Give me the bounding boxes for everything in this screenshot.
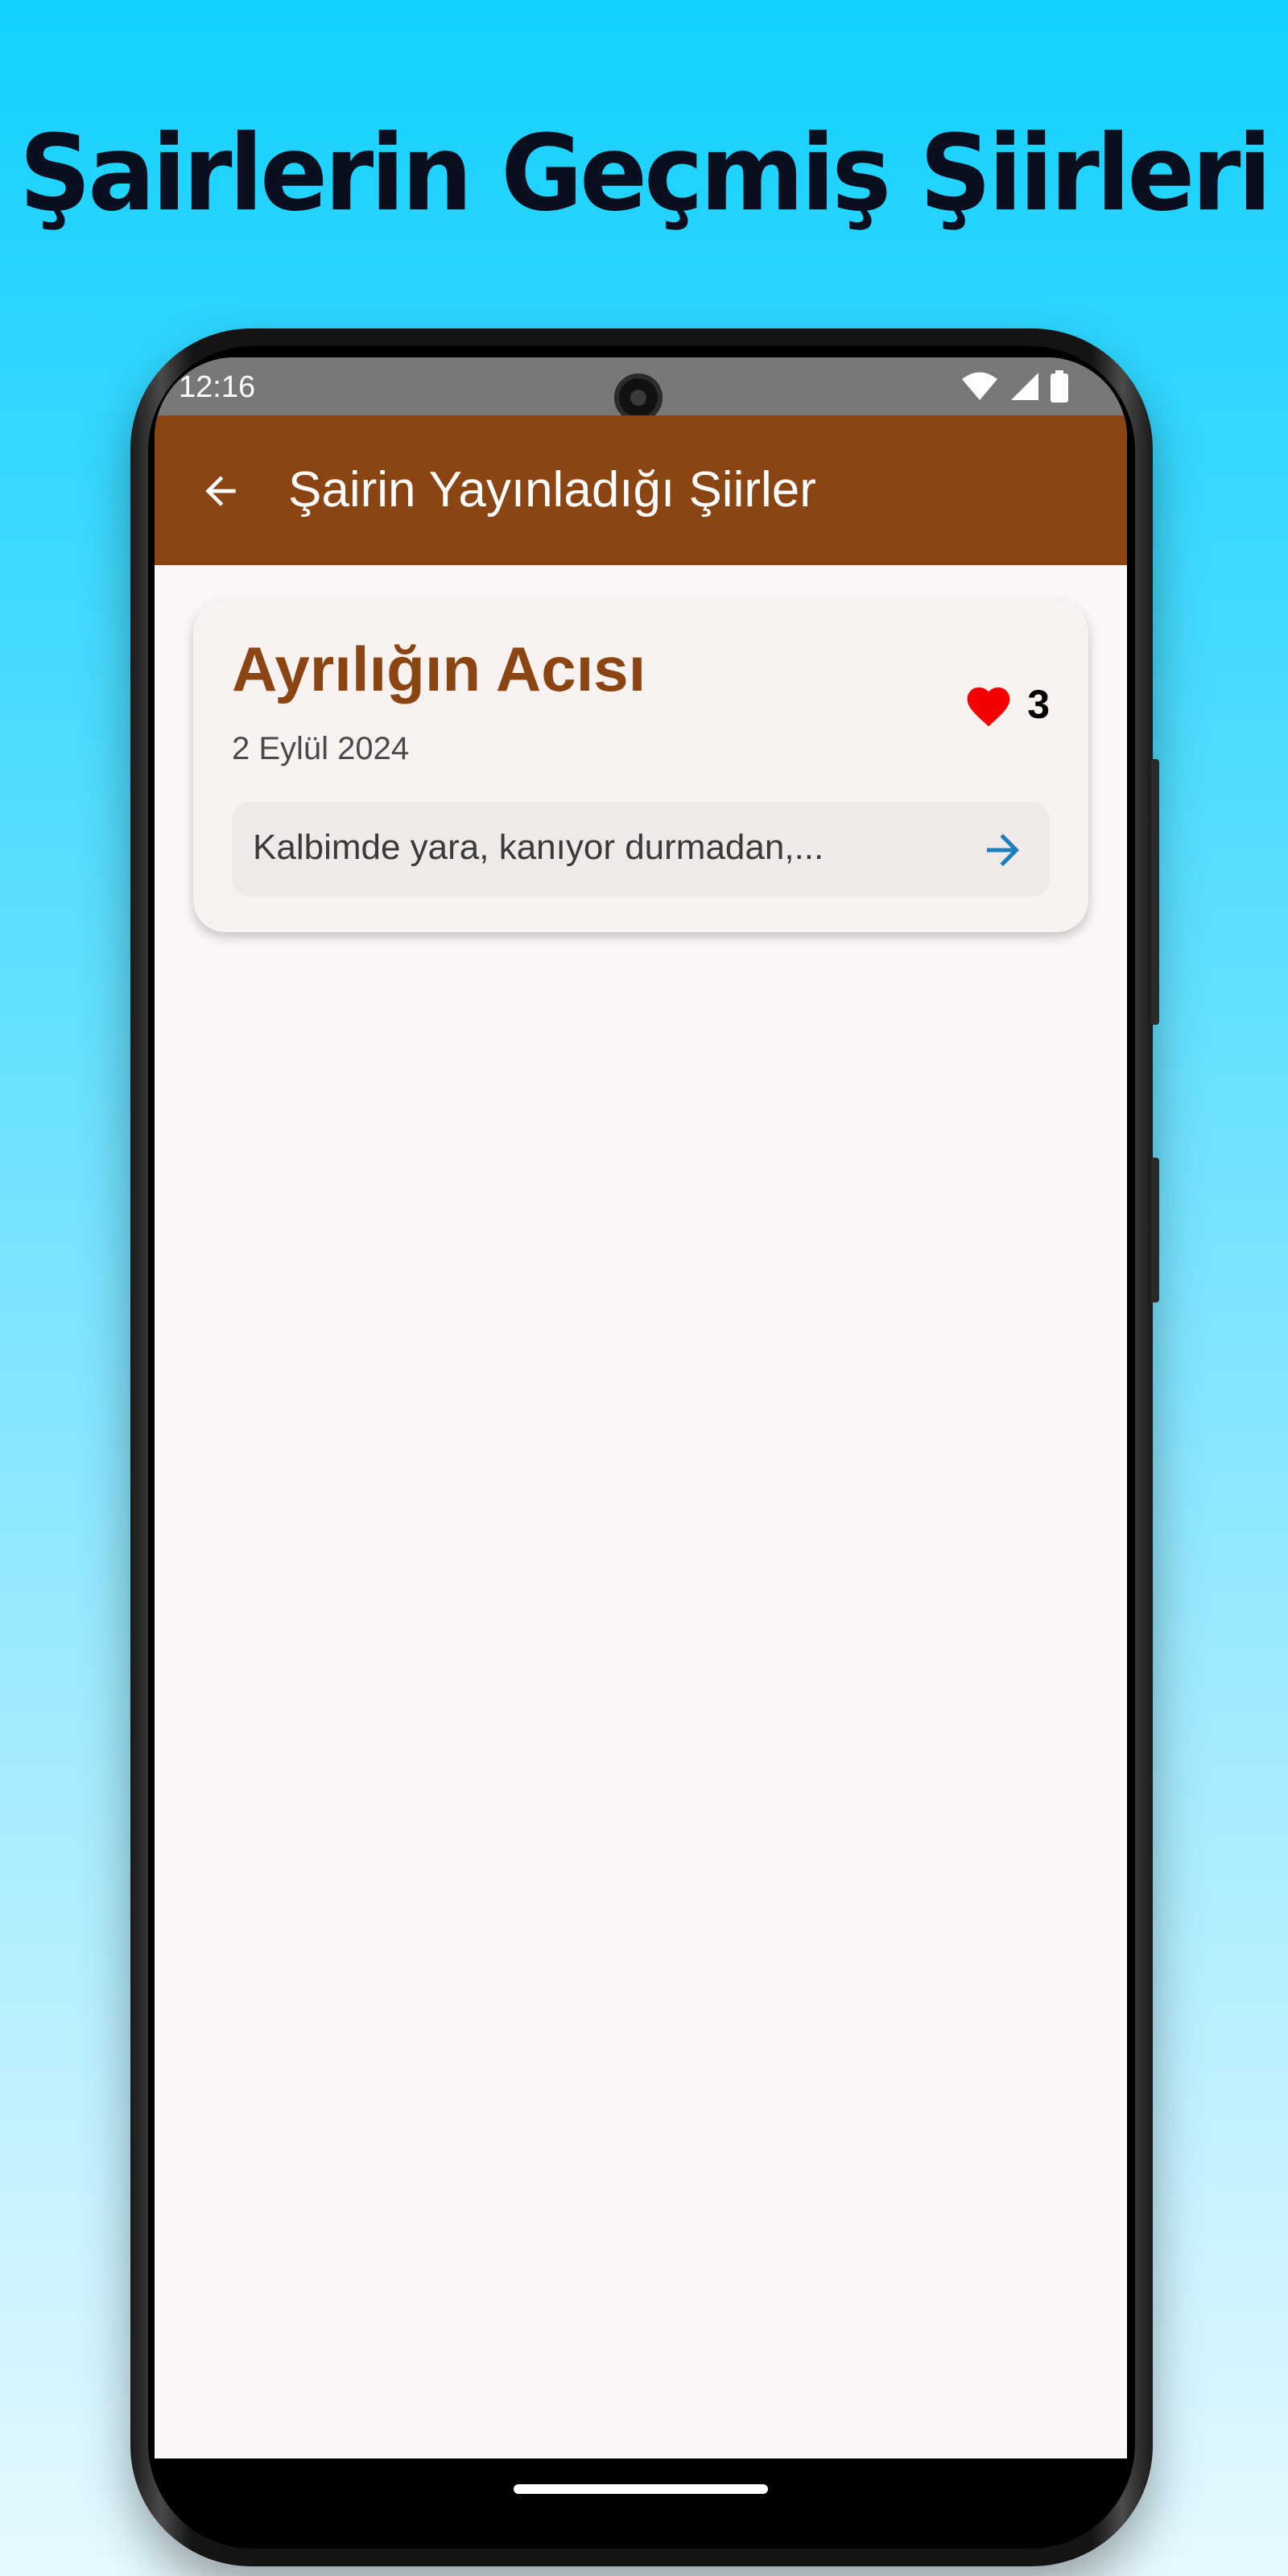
wifi-icon — [962, 372, 997, 400]
status-icons — [961, 370, 1069, 402]
app-bar: Şairin Yayınladığı Şiirler — [155, 415, 1127, 565]
heart-icon — [967, 687, 1010, 727]
poem-excerpt[interactable]: Kalbimde yara, kanıyor durmadan,... — [232, 802, 1050, 897]
signal-icon — [1011, 373, 1038, 400]
status-time: 12:16 — [179, 370, 256, 404]
poem-date: 2 Eylül 2024 — [232, 731, 410, 766]
like-button[interactable]: 3 — [963, 681, 1050, 728]
page-title: Şairin Yayınladığı Şiirler — [288, 462, 816, 518]
arrow-back-icon — [205, 476, 236, 506]
poem-card[interactable]: Ayrılığın Acısı 2 Eylül 2024 3 Kalbimde … — [193, 601, 1088, 932]
battery-icon — [1051, 370, 1068, 402]
poem-excerpt-text: Kalbimde yara, kanıyor durmadan,... — [253, 828, 824, 867]
power-button — [1151, 1158, 1159, 1302]
poem-title: Ayrılığın Acısı — [232, 634, 646, 704]
arrow-forward-icon[interactable] — [979, 826, 1027, 874]
volume-button — [1151, 759, 1159, 1025]
app-screen: 12:16 Şairin Yayınladığı Şiirler Ayrılığ… — [155, 357, 1127, 2458]
like-count: 3 — [1027, 682, 1050, 727]
back-button[interactable] — [193, 464, 248, 518]
home-indicator[interactable] — [514, 2484, 768, 2494]
navigation-bar — [155, 2458, 1127, 2539]
front-camera — [614, 374, 663, 422]
promo-title: Şairlerin Geçmiş Şiirleri — [19, 113, 1272, 235]
